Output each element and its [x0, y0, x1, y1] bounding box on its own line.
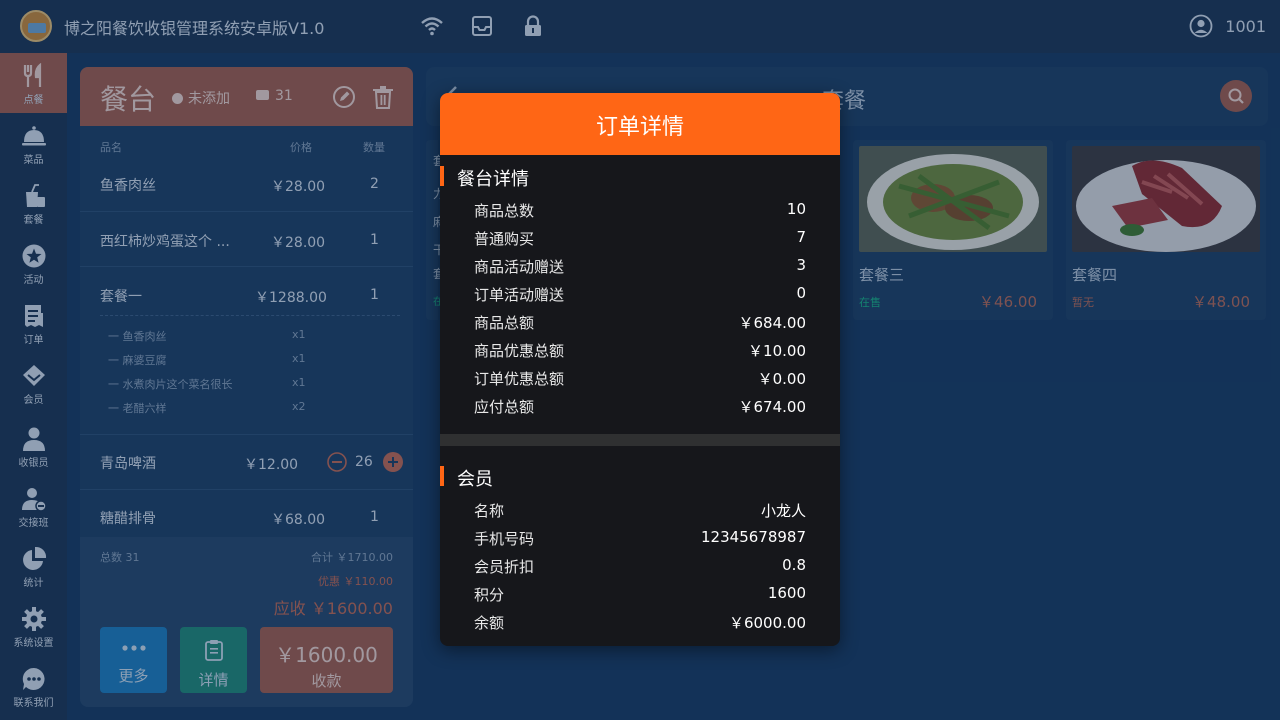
modal-title: 订单详情 [595, 115, 684, 140]
detail-value: ￥684.00 [738, 314, 807, 332]
order-detail-modal: 订单详情 餐台详情 商品总数 10 普通购买 7 商品活动赠送 3 订单活动赠送… [440, 93, 840, 646]
section-title-table: 餐台详情 [457, 169, 529, 190]
detail-row: 应付总额 ￥674.00 [474, 396, 806, 418]
detail-value: 0 [796, 284, 806, 302]
detail-row: 商品总数 10 [474, 200, 806, 222]
detail-key: 会员折扣 [474, 558, 535, 576]
detail-row: 商品优惠总额 ￥10.00 [474, 340, 806, 362]
detail-value: 3 [796, 256, 806, 274]
section-accent-bar [440, 466, 444, 486]
detail-row: 余额 ￥6000.00 [474, 612, 806, 634]
section-title-member: 会员 [457, 469, 493, 490]
detail-key: 手机号码 [474, 530, 535, 548]
detail-key: 积分 [474, 586, 505, 604]
detail-key: 商品活动赠送 [474, 258, 565, 276]
detail-value: ￥0.00 [757, 370, 806, 388]
detail-row: 订单活动赠送 0 [474, 284, 806, 306]
detail-key: 商品总额 [474, 314, 535, 332]
detail-value: ￥6000.00 [728, 614, 806, 632]
detail-value: 0.8 [782, 556, 806, 574]
detail-key: 商品总数 [474, 202, 535, 220]
detail-row: 名称 小龙人 [474, 500, 806, 522]
detail-row: 商品活动赠送 3 [474, 256, 806, 278]
detail-value: 12345678987 [701, 528, 806, 546]
detail-value: ￥674.00 [738, 398, 807, 416]
detail-key: 商品优惠总额 [474, 342, 565, 360]
detail-row: 普通购买 7 [474, 228, 806, 250]
detail-value: 1600 [767, 584, 806, 602]
detail-key: 订单优惠总额 [474, 370, 565, 388]
detail-key: 余额 [474, 614, 505, 632]
section-accent-bar [440, 166, 444, 186]
section-divider [440, 434, 840, 446]
detail-row: 会员折扣 0.8 [474, 556, 806, 578]
detail-row: 订单优惠总额 ￥0.00 [474, 368, 806, 390]
detail-row: 手机号码 12345678987 [474, 528, 806, 550]
detail-value: ￥10.00 [748, 342, 806, 360]
detail-row: 积分 1600 [474, 584, 806, 606]
detail-value: 10 [786, 200, 806, 218]
detail-value: 小龙人 [760, 502, 806, 520]
detail-key: 普通购买 [474, 230, 535, 248]
detail-row: 商品总额 ￥684.00 [474, 312, 806, 334]
modal-header: 订单详情 [440, 93, 840, 155]
detail-value: 7 [796, 228, 806, 246]
detail-key: 名称 [474, 502, 505, 520]
detail-key: 应付总额 [474, 398, 535, 416]
detail-key: 订单活动赠送 [474, 286, 565, 304]
